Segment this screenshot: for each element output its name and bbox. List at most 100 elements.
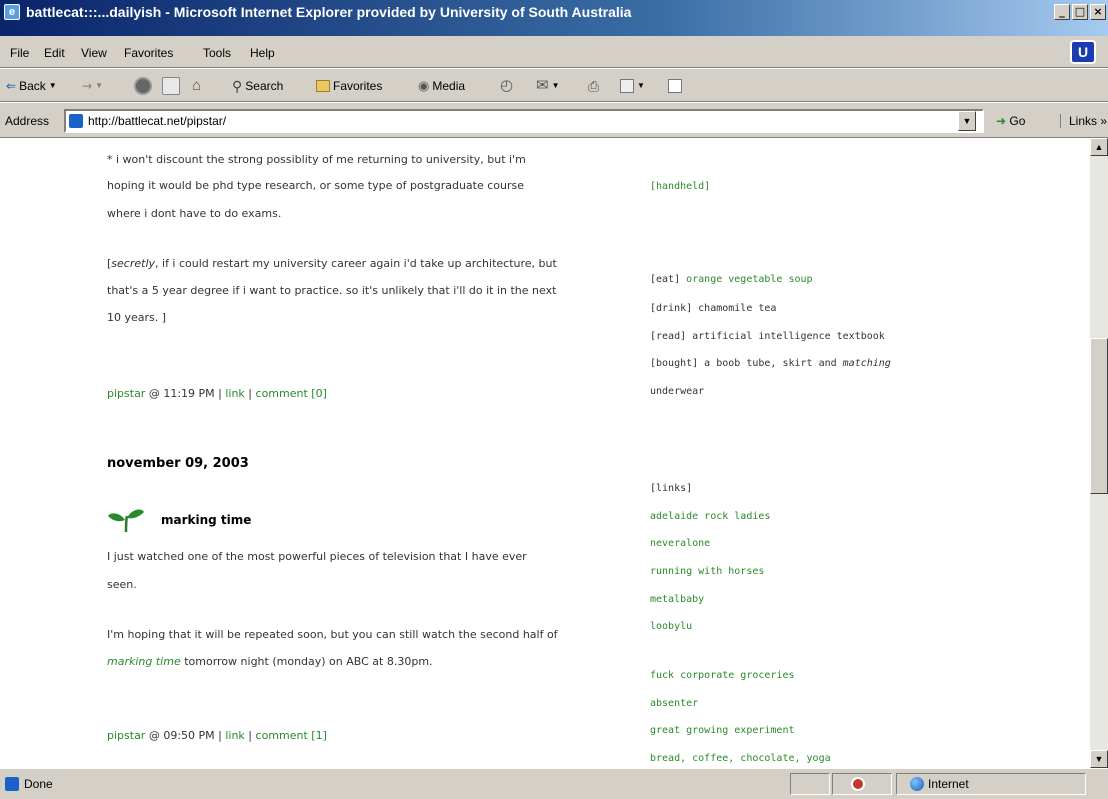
post-text: where i dont have to do exams.	[107, 207, 282, 220]
menu-edit[interactable]: Edit	[44, 46, 65, 60]
home-button[interactable]: ⌂	[192, 75, 201, 97]
status-cell	[790, 773, 830, 795]
chevron-down-icon: ▼	[551, 81, 560, 90]
sidebar-link[interactable]: metalbaby	[650, 594, 704, 605]
window-title: battlecat:::...dailyish - Microsoft Inte…	[26, 4, 632, 20]
stop-icon	[134, 77, 152, 95]
separator: |	[244, 729, 256, 742]
address-dropdown-button[interactable]: ▼	[958, 111, 976, 131]
sprout-icon	[108, 509, 144, 533]
history-icon: ◴	[500, 77, 514, 94]
sidebar-link[interactable]: adelaide rock ladies	[650, 511, 770, 522]
globe-icon	[910, 777, 924, 791]
sidebar-link[interactable]: loobylu	[650, 621, 692, 632]
media-button[interactable]: ◉ Media	[418, 75, 465, 97]
refresh-icon	[162, 77, 180, 95]
sidebar-eat: [eat] orange vegetable soup	[650, 274, 813, 285]
back-arrow-icon: ⇐	[6, 79, 17, 93]
mail-button[interactable]: ✉ ▼	[536, 75, 560, 97]
history-button[interactable]: ◴	[500, 75, 513, 97]
sidebar-link[interactable]: absenter	[650, 698, 698, 709]
standard-toolbar: ⇐ Back ▼ → ▼ ⌂ ⚲ Search Favorites ◉ Medi…	[0, 68, 1108, 102]
comment-link[interactable]: comment [1]	[256, 729, 327, 742]
show-title-link[interactable]: marking time	[107, 655, 181, 668]
print-icon: ⎙	[588, 78, 600, 94]
search-icon: ⚲	[232, 78, 243, 94]
maximize-button[interactable]: □	[1072, 4, 1088, 20]
vertical-scrollbar[interactable]: ▲ ▼	[1090, 138, 1108, 768]
popup-blocked-icon	[851, 777, 865, 791]
go-button[interactable]: ➜ Go	[996, 114, 1025, 128]
post-text: hoping it would be phd type research, or…	[107, 179, 525, 192]
post-footer: pipstar @ 11:19 PM | link | comment [0]	[107, 387, 327, 400]
eat-value: orange vegetable soup	[686, 274, 813, 285]
scroll-down-button[interactable]: ▼	[1090, 750, 1108, 768]
page-content: * i won't discount the strong possiblity…	[0, 138, 1090, 768]
post-text: I'm hoping that it will be repeated soon…	[107, 628, 558, 641]
post-text: that's a 5 year degree if i want to prac…	[107, 284, 557, 297]
menu-bar: File Edit View Favorites Tools Help U	[0, 36, 1108, 68]
sidebar-link[interactable]: great growing experiment	[650, 725, 795, 736]
title-bar[interactable]: e battlecat:::...dailyish - Microsoft In…	[0, 0, 1108, 36]
permalink-link[interactable]: link	[225, 387, 244, 400]
chevron-down-icon: ▼	[95, 81, 103, 90]
sidebar-link[interactable]: bread, coffee, chocolate, yoga	[650, 753, 831, 764]
comment-link[interactable]: comment [0]	[256, 387, 327, 400]
post-text: I just watched one of the most powerful …	[107, 550, 527, 563]
author-link[interactable]: pipstar	[107, 387, 145, 400]
minimize-button[interactable]: _	[1054, 4, 1070, 20]
media-icon: ◉	[418, 78, 430, 93]
page-icon	[69, 114, 83, 128]
search-button[interactable]: ⚲ Search	[232, 75, 283, 97]
sidebar-link[interactable]: fuck corporate groceries	[650, 670, 795, 681]
close-button[interactable]: ×	[1090, 4, 1106, 20]
go-label: Go	[1009, 114, 1026, 128]
refresh-button[interactable]	[162, 75, 180, 97]
discuss-button[interactable]	[668, 75, 682, 97]
sidebar-link[interactable]: running with horses	[650, 566, 764, 577]
post-text: seen.	[107, 578, 137, 591]
scrollbar-thumb[interactable]	[1090, 338, 1108, 494]
bought-emphasis: matching	[842, 358, 891, 369]
menu-view[interactable]: View	[81, 46, 107, 60]
discuss-icon	[668, 79, 682, 93]
favorites-label: Favorites	[333, 79, 383, 93]
handheld-link[interactable]: [handheld]	[650, 181, 710, 192]
scroll-up-button[interactable]: ▲	[1090, 138, 1108, 156]
back-button[interactable]: ⇐ Back ▼	[6, 75, 57, 97]
address-input[interactable]: http://battlecat.net/pipstar/	[64, 109, 984, 133]
forward-arrow-icon: →	[82, 79, 93, 93]
menu-file[interactable]: File	[10, 46, 29, 60]
menu-tools[interactable]: Tools	[203, 46, 231, 60]
author-link[interactable]: pipstar	[107, 729, 145, 742]
back-label: Back	[19, 79, 46, 93]
sidebar-drink: [drink] chamomile tea	[650, 303, 777, 314]
stop-button[interactable]	[134, 75, 152, 97]
links-button[interactable]: Links »	[1060, 114, 1107, 128]
sidebar-bought-cont: underwear	[650, 386, 705, 397]
post-text: [secretly, if i could restart my univers…	[107, 257, 557, 270]
ie-app-icon[interactable]: e	[4, 4, 20, 20]
post-text: marking time tomorrow night (monday) on …	[107, 655, 433, 668]
post-text-rest: tomorrow night (monday) on ABC at 8.30pm…	[180, 655, 433, 668]
sidebar-bought: [bought] a boob tube, skirt and matching	[650, 358, 891, 369]
sidebar-link[interactable]: neveralone	[650, 538, 710, 549]
edit-button[interactable]: ▼	[620, 75, 645, 97]
post-text: 10 years. ]	[107, 311, 167, 324]
media-label: Media	[432, 79, 466, 93]
post-time: @ 09:50 PM |	[145, 729, 226, 742]
favorites-folder-icon	[316, 80, 330, 92]
menu-favorites[interactable]: Favorites	[124, 46, 173, 60]
address-label: Address	[5, 114, 50, 128]
post-title: marking time	[161, 513, 252, 527]
forward-button[interactable]: → ▼	[82, 75, 103, 97]
post-footer: pipstar @ 09:50 PM | link | comment [1]	[107, 729, 327, 742]
edit-icon	[620, 79, 634, 93]
emphasis-text: secretly	[111, 257, 156, 270]
chevron-down-icon: ▼	[637, 81, 645, 90]
menu-help[interactable]: Help	[250, 46, 275, 60]
favorites-button[interactable]: Favorites	[316, 75, 382, 97]
print-button[interactable]: ⎙	[588, 75, 599, 97]
post-text: * i won't discount the strong possiblity…	[107, 153, 526, 166]
permalink-link[interactable]: link	[225, 729, 244, 742]
